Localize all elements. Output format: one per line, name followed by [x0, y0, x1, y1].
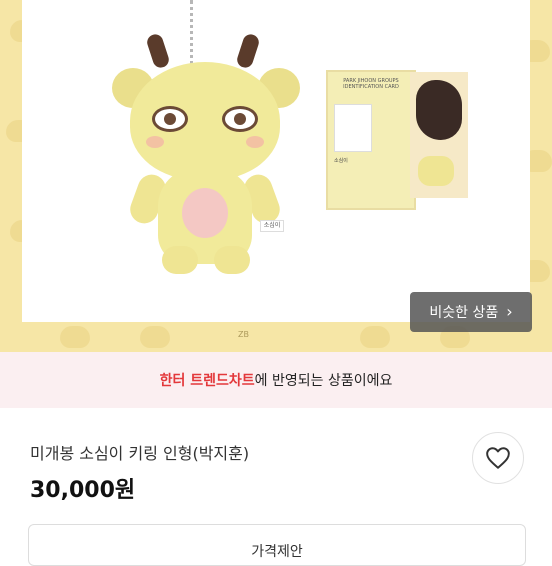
person-photo — [410, 72, 468, 198]
plush-keyring-image: 소심이 — [110, 32, 300, 274]
trend-chart-banner[interactable]: 한터 트렌드차트 에 반영되는 상품이에요 — [0, 352, 552, 408]
paw-pattern — [140, 326, 170, 348]
leg-left — [162, 246, 198, 274]
blush-left — [146, 136, 164, 148]
banner-accent-text: 한터 트렌드차트 — [159, 373, 255, 389]
blush-right — [246, 136, 264, 148]
similar-products-button[interactable]: 비슷한 상품 › — [410, 292, 532, 332]
card-name-text: 소심이 — [334, 158, 348, 164]
plush-belly — [182, 188, 228, 238]
product-title: 미개봉 소심이 키링 인형(박지훈) — [30, 444, 250, 463]
id-card-image: PARK JIHOON GROUPS IDENTIFICATION CARD 소… — [326, 70, 416, 210]
paw-pattern — [60, 326, 90, 348]
heart-icon — [486, 447, 510, 469]
leg-right — [214, 246, 250, 274]
plush-tag: 소심이 — [260, 220, 284, 232]
price-offer-button[interactable]: 가격제안 — [28, 524, 526, 566]
brand-logos: ZB — [238, 330, 249, 339]
similar-products-label: 비슷한 상품 — [429, 305, 499, 321]
paw-pattern — [360, 326, 390, 348]
antler-right — [235, 32, 261, 70]
plush-head — [130, 62, 280, 180]
card-header-text: PARK JIHOON GROUPS IDENTIFICATION CARD — [343, 78, 399, 90]
eye-right — [222, 106, 258, 132]
photo-subject — [416, 80, 462, 140]
product-photo: 소심이 PARK JIHOON GROUPS IDENTIFICATION CA… — [22, 0, 530, 322]
product-price: 30,000원 — [30, 478, 136, 503]
price-offer-label: 가격제안 — [251, 544, 303, 560]
like-button[interactable] — [472, 432, 524, 484]
banner-text: 에 반영되는 상품이에요 — [254, 373, 393, 389]
eye-left — [152, 106, 188, 132]
antler-left — [145, 32, 171, 70]
product-image-carousel[interactable]: 소심이 PARK JIHOON GROUPS IDENTIFICATION CA… — [0, 0, 552, 352]
photo-plush — [418, 156, 454, 186]
card-photo — [334, 104, 372, 152]
chevron-right-icon: › — [506, 302, 513, 321]
